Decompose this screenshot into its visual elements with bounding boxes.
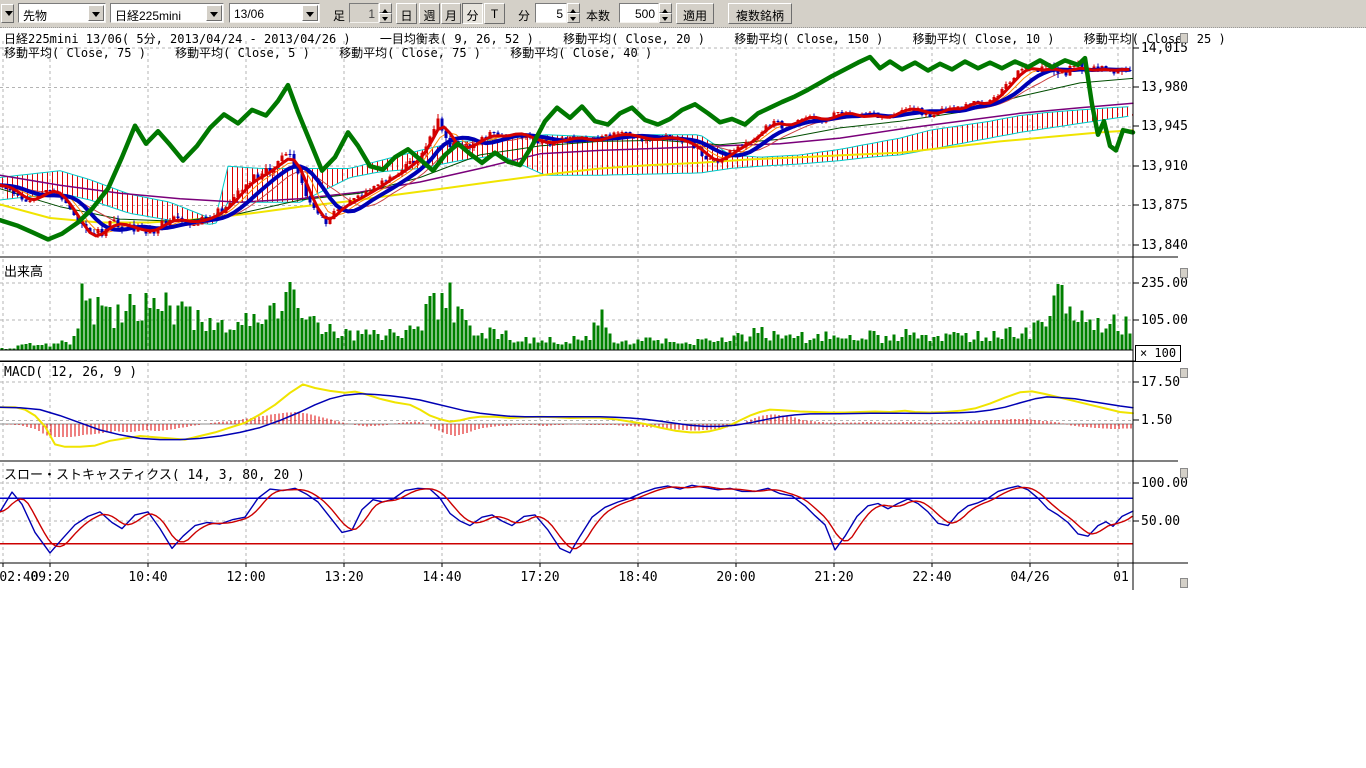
indicator-label: 移動平均( Close, 75 ) bbox=[339, 46, 481, 60]
indicator-label: 移動平均( Close, 75 ) bbox=[4, 46, 146, 60]
instrument-type-combo[interactable]: 先物 bbox=[18, 3, 106, 23]
instrument-type-value: 先物 bbox=[23, 7, 47, 24]
bar-count-label: 本数 bbox=[586, 7, 610, 24]
period-month-button[interactable]: 月 bbox=[441, 3, 461, 24]
pane-scroll-handle[interactable] bbox=[1180, 368, 1188, 378]
indicator-label: 移動平均( Close, 5 ) bbox=[175, 46, 310, 60]
price-axis-label: 13,875 bbox=[1141, 198, 1188, 213]
bar-count-field[interactable]: 500 bbox=[619, 3, 659, 23]
pane-scroll-handle[interactable] bbox=[1180, 33, 1188, 43]
time-axis-label: 18:40 bbox=[618, 570, 657, 585]
spinner-down-icon[interactable] bbox=[659, 13, 672, 23]
pane-scroll-handle[interactable] bbox=[1180, 268, 1188, 278]
spinner-down-icon[interactable] bbox=[567, 13, 580, 23]
spinner-up-icon[interactable] bbox=[659, 3, 672, 13]
volume-axis-label: 105.00 bbox=[1141, 313, 1188, 328]
time-axis-label: 14:40 bbox=[422, 570, 461, 585]
time-axis-label: 12:00 bbox=[226, 570, 265, 585]
period-tick-button[interactable]: T bbox=[484, 3, 505, 24]
price-axis-label: 13,945 bbox=[1141, 119, 1188, 134]
period-week-button[interactable]: 週 bbox=[419, 3, 440, 24]
clipped-combo-arrow-icon[interactable] bbox=[1, 4, 14, 23]
spinner-up-icon[interactable] bbox=[567, 3, 580, 13]
ashi-count-field[interactable]: 1 bbox=[349, 3, 379, 23]
price-axis-label: 13,840 bbox=[1141, 238, 1188, 253]
time-axis-label: 01 bbox=[1113, 570, 1129, 585]
macd-axis-label: 17.50 bbox=[1141, 375, 1180, 390]
macd-axis-label: 1.50 bbox=[1141, 413, 1172, 428]
time-axis-label: 20:00 bbox=[716, 570, 755, 585]
dropdown-arrow-icon[interactable] bbox=[302, 5, 318, 21]
minute-interval-field[interactable]: 5 bbox=[535, 3, 567, 23]
time-axis-label: 09:20 bbox=[30, 570, 69, 585]
bar-count-spinner[interactable] bbox=[659, 3, 672, 23]
stoch-pane-label: スロー・ストキャスティクス( 14, 3, 80, 20 ) bbox=[4, 464, 305, 483]
spinner-up-icon[interactable] bbox=[379, 3, 392, 13]
time-axis-label: 04/26 bbox=[1010, 570, 1049, 585]
dropdown-arrow-icon[interactable] bbox=[88, 5, 104, 21]
indicator-label: 移動平均( Close, 150 ) bbox=[734, 32, 883, 46]
time-axis-label: 10:40 bbox=[128, 570, 167, 585]
toolbar: 先物 日経225mini 13/06 足 1 日 週 月 分 T 分 5 本数 … bbox=[0, 0, 1366, 28]
apply-button[interactable]: 適用 bbox=[676, 3, 714, 24]
indicator-label: 移動平均( Close, 10 ) bbox=[913, 32, 1055, 46]
period-minute-button[interactable]: 分 bbox=[462, 3, 483, 24]
minute-spinner[interactable] bbox=[567, 3, 580, 23]
volume-axis-label: 235.00 bbox=[1141, 276, 1188, 291]
pane-scroll-handle[interactable] bbox=[1180, 578, 1188, 588]
volume-pane-label: 出来高 bbox=[4, 261, 43, 280]
stoch-axis-label: 50.00 bbox=[1141, 514, 1180, 529]
time-axis-label: 22:40 bbox=[912, 570, 951, 585]
dropdown-arrow-icon[interactable] bbox=[206, 5, 222, 21]
symbol-value: 日経225mini bbox=[115, 7, 181, 24]
ashi-label: 足 bbox=[333, 7, 345, 24]
multi-symbol-button[interactable]: 複数銘柄 bbox=[728, 3, 792, 24]
spinner-down-icon[interactable] bbox=[379, 13, 392, 23]
time-axis-label: 21:20 bbox=[814, 570, 853, 585]
price-axis-label: 13,910 bbox=[1141, 159, 1188, 174]
indicator-label: 移動平均( Close, 40 ) bbox=[510, 46, 652, 60]
volume-multiplier-badge: × 100 bbox=[1135, 345, 1181, 362]
minute-label: 分 bbox=[518, 7, 530, 24]
app-window: 先物 日経225mini 13/06 足 1 日 週 月 分 T 分 5 本数 … bbox=[0, 0, 1366, 768]
ashi-spinner[interactable] bbox=[379, 3, 392, 23]
price-axis-label: 14,015 bbox=[1141, 41, 1188, 56]
stoch-axis-label: 100.00 bbox=[1141, 476, 1188, 491]
price-axis-label: 13,980 bbox=[1141, 80, 1188, 95]
time-axis-label: 13:20 bbox=[324, 570, 363, 585]
macd-pane-label: MACD( 12, 26, 9 ) bbox=[4, 365, 137, 380]
contract-month-combo[interactable]: 13/06 bbox=[229, 3, 320, 23]
period-day-button[interactable]: 日 bbox=[396, 3, 417, 24]
chart-header-line2: 移動平均( Close, 75 ) 移動平均( Close, 5 ) 移動平均(… bbox=[4, 44, 674, 61]
symbol-combo[interactable]: 日経225mini bbox=[110, 3, 224, 23]
contract-month-value: 13/06 bbox=[234, 7, 264, 21]
pane-scroll-handle[interactable] bbox=[1180, 468, 1188, 478]
time-axis-label: 17:20 bbox=[520, 570, 559, 585]
